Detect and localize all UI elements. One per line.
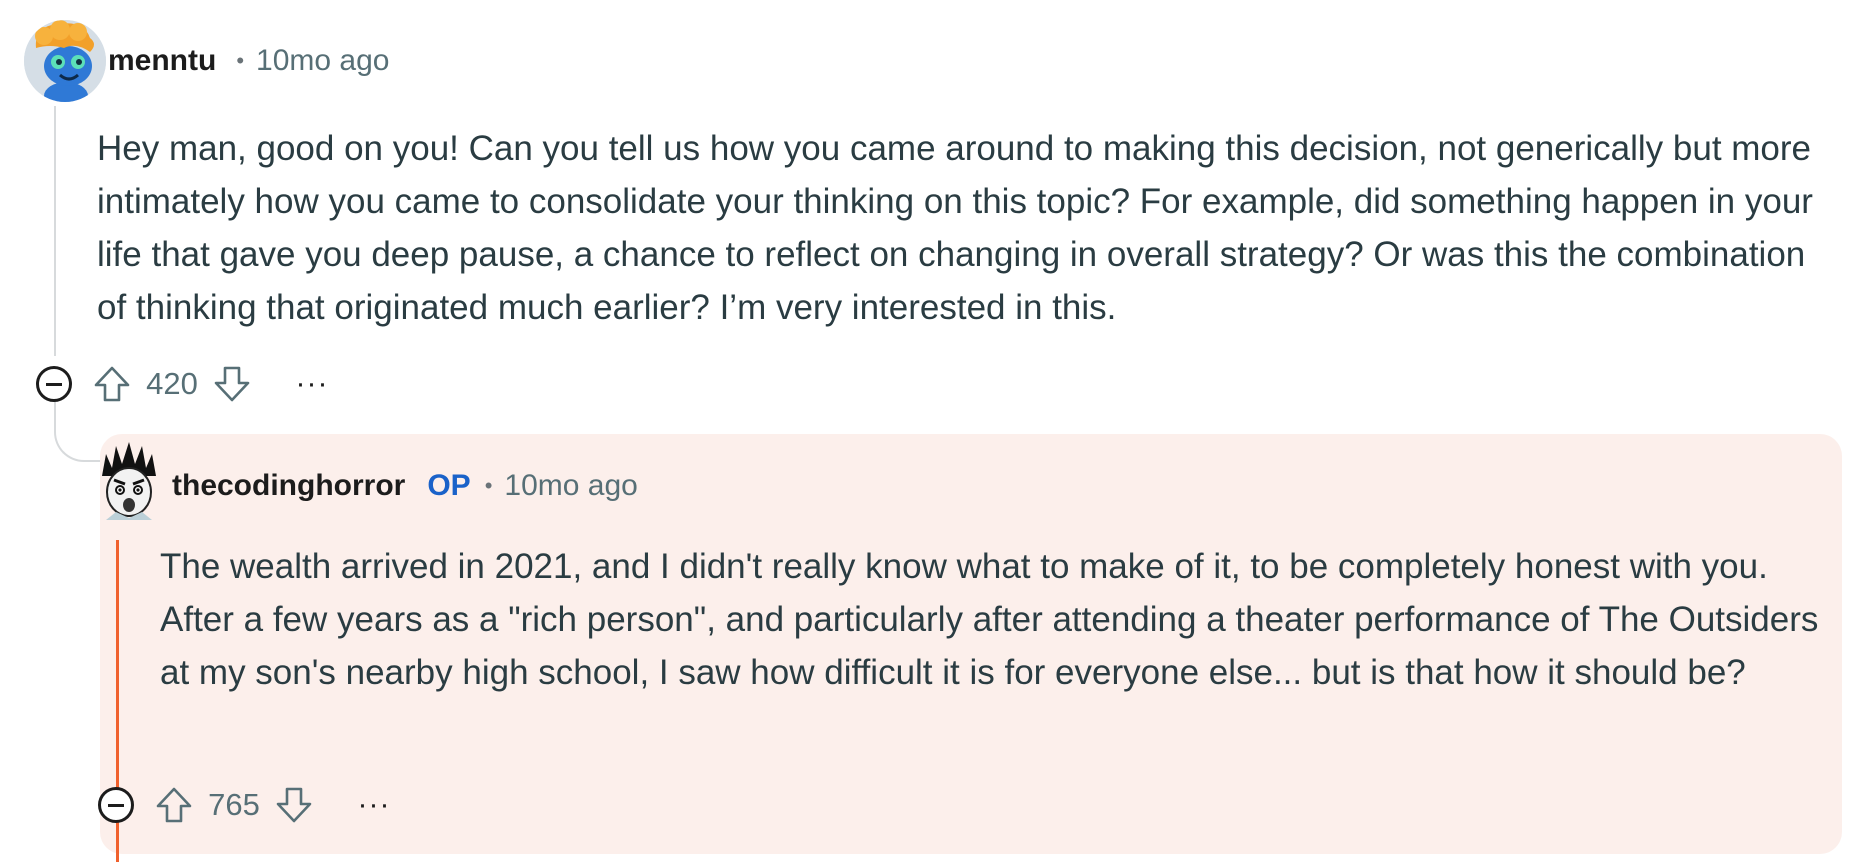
- more-options-button[interactable]: ···: [352, 783, 396, 827]
- comment-timestamp[interactable]: 10mo ago: [504, 469, 637, 503]
- meta-separator: •: [484, 473, 493, 498]
- comment-actions: 420 ···: [36, 362, 334, 406]
- reply-body: The wealth arrived in 2021, and I didn't…: [160, 547, 1819, 692]
- user-avatar-thecodinghorror[interactable]: [98, 442, 160, 520]
- upvote-arrow-icon: [94, 366, 130, 402]
- upvote-button[interactable]: [152, 783, 196, 827]
- thread-line: [54, 106, 56, 356]
- downvote-button[interactable]: [272, 783, 316, 827]
- downvote-arrow-icon: [214, 366, 250, 402]
- reply-meta: thecodinghorror OP • 10mo ago: [172, 469, 638, 503]
- username-link[interactable]: thecodinghorror: [172, 469, 405, 503]
- vote-score: 765: [208, 787, 260, 822]
- comment-timestamp[interactable]: 10mo ago: [256, 44, 389, 78]
- downvote-arrow-icon: [276, 787, 312, 823]
- thread-connector: [54, 400, 102, 462]
- more-options-button[interactable]: ···: [290, 362, 334, 406]
- vote-score: 420: [146, 366, 198, 401]
- collapse-thread-button[interactable]: [36, 366, 72, 402]
- cartoon-face-avatar-icon: [102, 442, 156, 520]
- upvote-button[interactable]: [90, 362, 134, 406]
- collapse-thread-button[interactable]: [98, 787, 134, 823]
- upvote-arrow-icon: [156, 787, 192, 823]
- meta-separator: •: [236, 48, 245, 73]
- snoo-avatar-icon: [24, 20, 106, 102]
- op-badge: OP: [427, 469, 471, 502]
- username-link[interactable]: menntu: [108, 44, 216, 78]
- comment-meta: menntu • 10mo ago: [108, 44, 389, 78]
- user-avatar-menntu[interactable]: [24, 20, 106, 102]
- comment-body: Hey man, good on you! Can you tell us ho…: [97, 129, 1813, 327]
- downvote-button[interactable]: [210, 362, 254, 406]
- reply-actions: 765 ···: [98, 783, 396, 827]
